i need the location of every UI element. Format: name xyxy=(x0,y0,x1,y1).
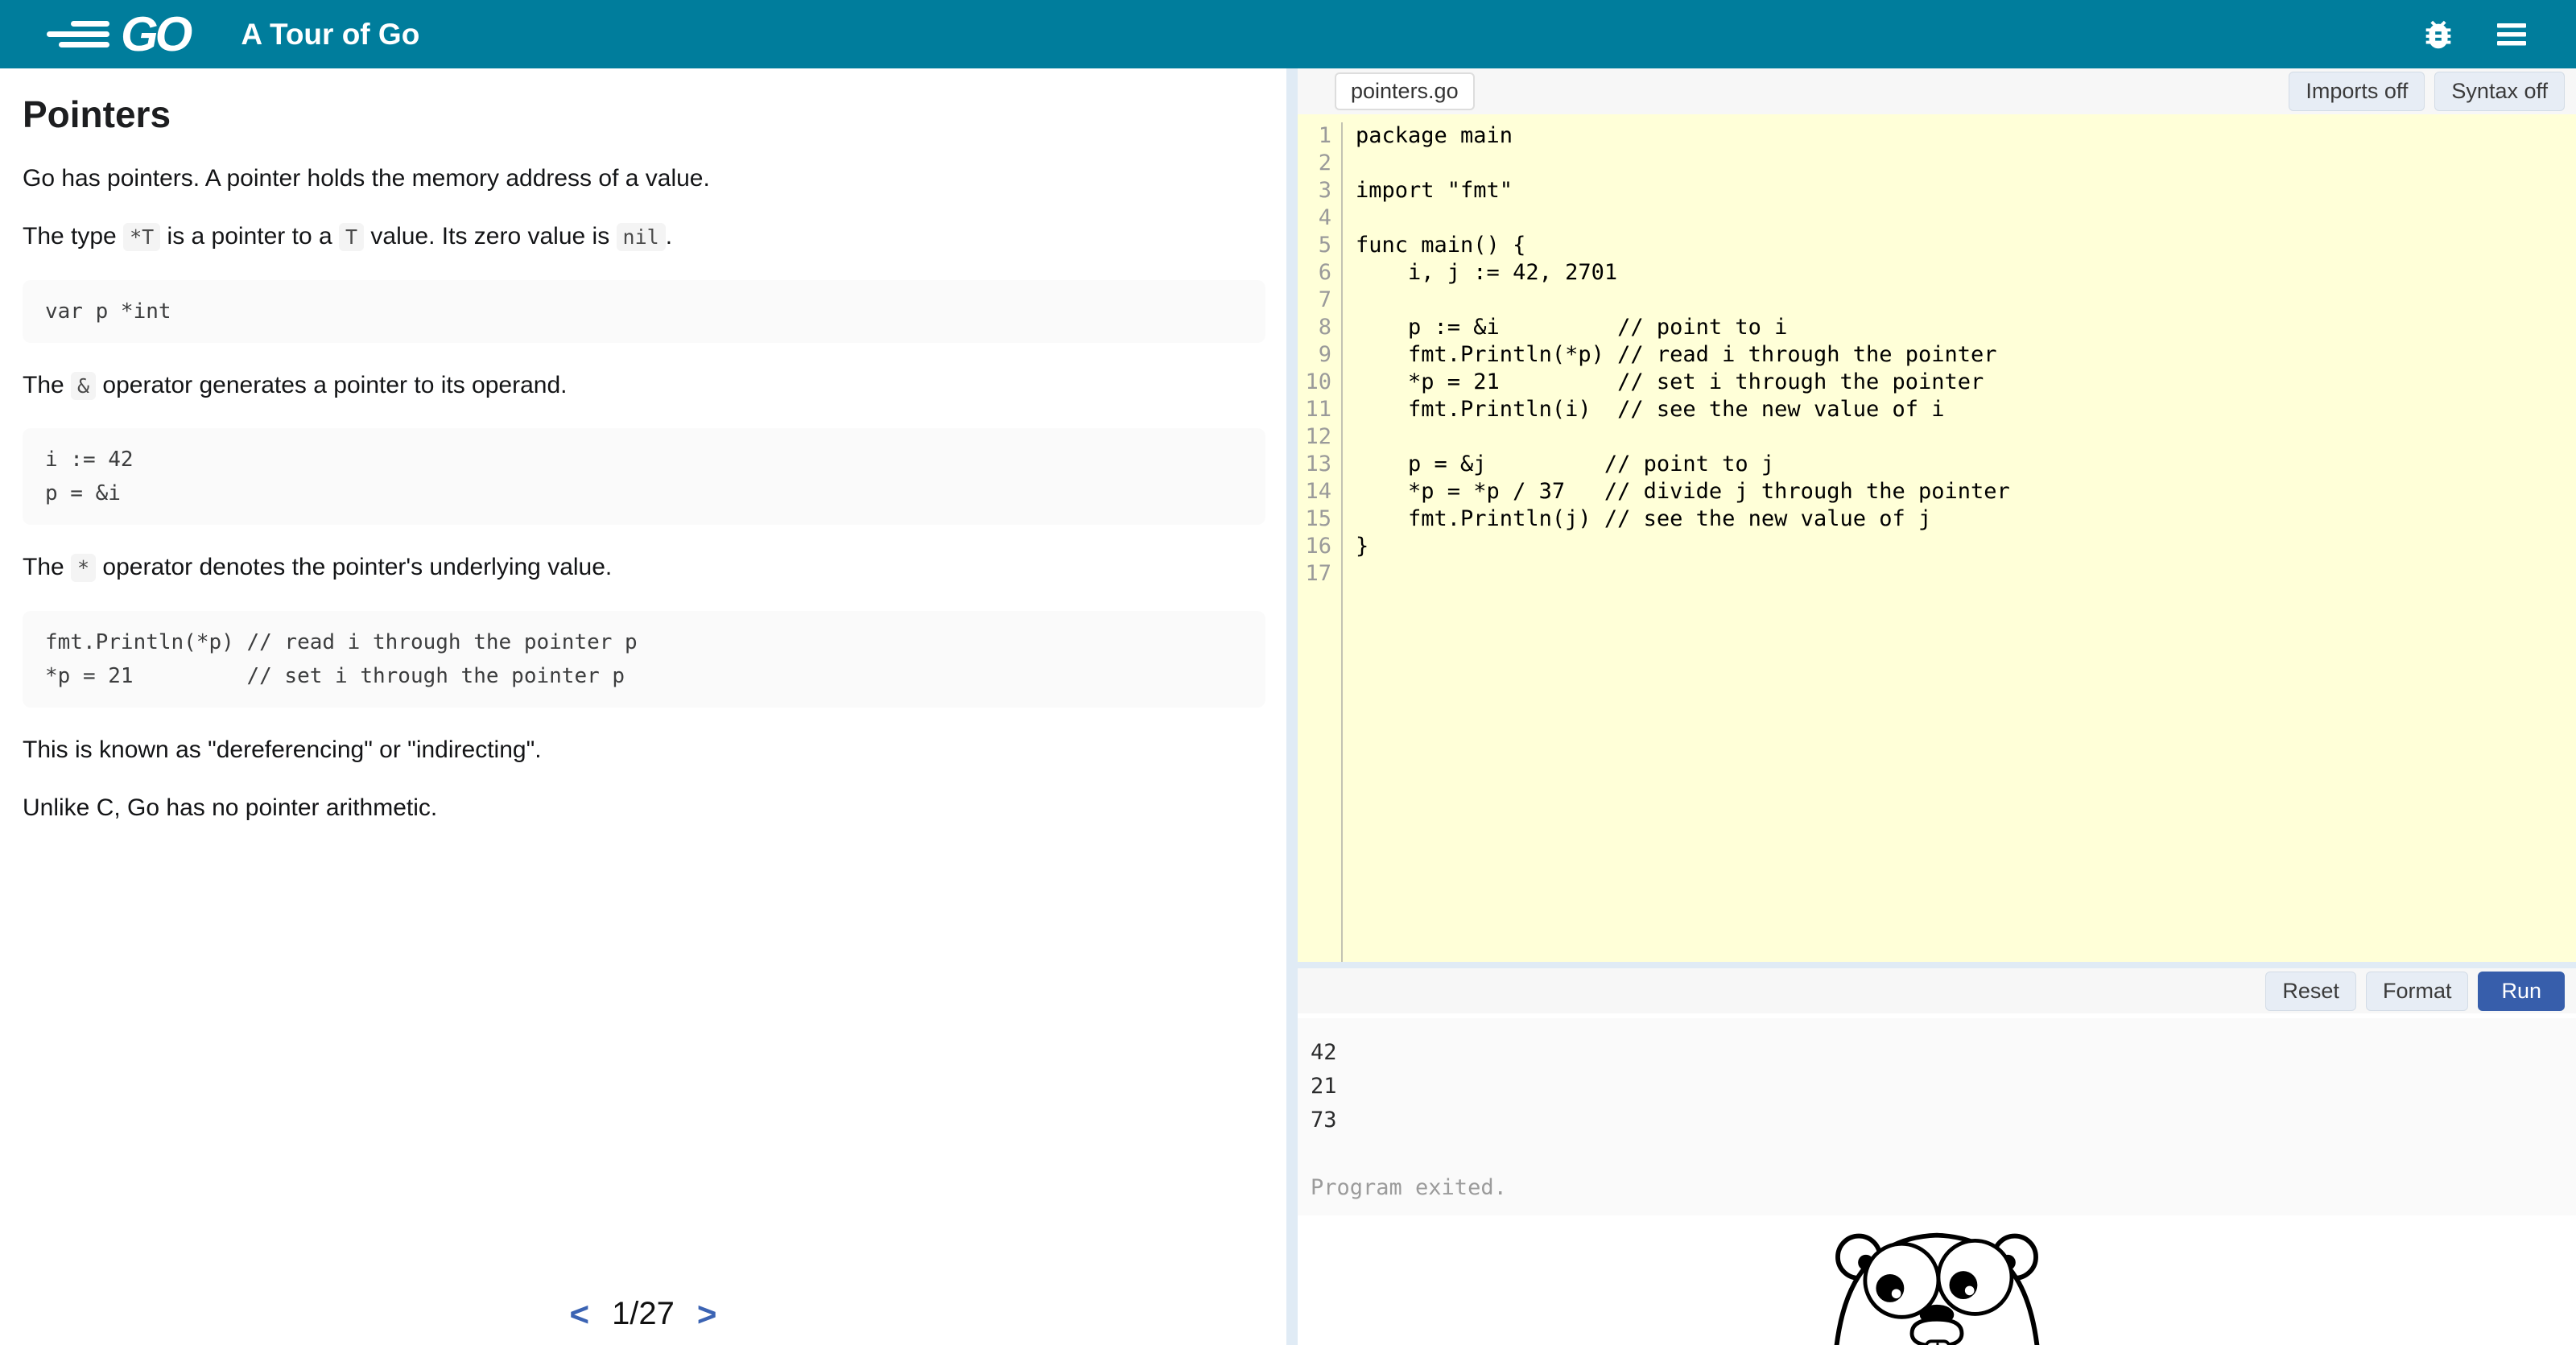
lesson-code-block: fmt.Println(*p) // read i through the po… xyxy=(23,611,1265,708)
syntax-toggle-button[interactable]: Syntax off xyxy=(2434,72,2565,111)
lesson-paragraph: This is known as "dereferencing" or "ind… xyxy=(23,735,1265,765)
editor-toolbar: pointers.go Imports off Syntax off xyxy=(1298,68,2576,114)
lesson-title: Pointers xyxy=(23,93,1265,136)
lesson-paragraph: The * operator denotes the pointer's und… xyxy=(23,552,1265,583)
inline-code: *T xyxy=(123,223,160,251)
format-button[interactable]: Format xyxy=(2366,972,2469,1011)
file-tab[interactable]: pointers.go xyxy=(1335,72,1475,110)
playground-panel: pointers.go Imports off Syntax off 12345… xyxy=(1298,68,2576,1345)
go-logo[interactable]: GO xyxy=(42,8,189,61)
top-header: GO A Tour of Go xyxy=(0,0,2576,68)
inline-code: * xyxy=(71,554,96,582)
prev-page-button[interactable]: < xyxy=(570,1298,590,1331)
lesson-content: Go has pointers. A pointer holds the mem… xyxy=(23,163,1265,823)
imports-toggle-button[interactable]: Imports off xyxy=(2289,72,2425,111)
editor-code[interactable]: package main import "fmt" func main() { … xyxy=(1343,122,2576,560)
output-status: Program exited. xyxy=(1311,1171,2576,1205)
inline-code: T xyxy=(339,223,364,251)
bug-report-icon[interactable] xyxy=(2420,16,2457,53)
lesson-code-block: i := 42 p = &i xyxy=(23,428,1265,525)
menu-icon[interactable] xyxy=(2492,20,2531,49)
output-lines: 42 21 73 xyxy=(1311,1036,2576,1137)
go-gopher-image xyxy=(1812,1215,2062,1345)
panel-divider xyxy=(1286,68,1298,1345)
run-button[interactable]: Run xyxy=(2478,972,2565,1011)
page-title: A Tour of Go xyxy=(241,18,419,52)
lesson-panel: Pointers Go has pointers. A pointer hold… xyxy=(0,68,1286,1345)
actions-toolbar: Reset Format Run xyxy=(1298,968,2576,1013)
page-indicator: 1/27 xyxy=(612,1296,675,1332)
code-editor[interactable]: 1234567891011121314151617 package main i… xyxy=(1298,114,2576,962)
inline-code: nil xyxy=(617,223,666,251)
editor-output-divider xyxy=(1298,962,2576,968)
lesson-paragraph: Unlike C, Go has no pointer arithmetic. xyxy=(23,793,1265,823)
lesson-paragraph: The type *T is a pointer to a T value. I… xyxy=(23,221,1265,252)
lesson-paragraph: The & operator generates a pointer to it… xyxy=(23,370,1265,401)
go-logo-text: GO xyxy=(121,10,189,59)
lesson-code-block: var p *int xyxy=(23,280,1265,343)
line-numbers: 1234567891011121314151617 xyxy=(1298,122,1343,962)
next-page-button[interactable]: > xyxy=(697,1298,717,1331)
reset-button[interactable]: Reset xyxy=(2265,972,2356,1011)
inline-code: & xyxy=(71,372,96,400)
pager: < 1/27 > xyxy=(0,1296,1286,1332)
program-output: 42 21 73 Program exited. xyxy=(1298,1018,2576,1215)
lesson-paragraph: Go has pointers. A pointer holds the mem… xyxy=(23,163,1265,194)
gopher-footer xyxy=(1298,1215,2576,1345)
go-logo-speedlines xyxy=(42,8,116,61)
